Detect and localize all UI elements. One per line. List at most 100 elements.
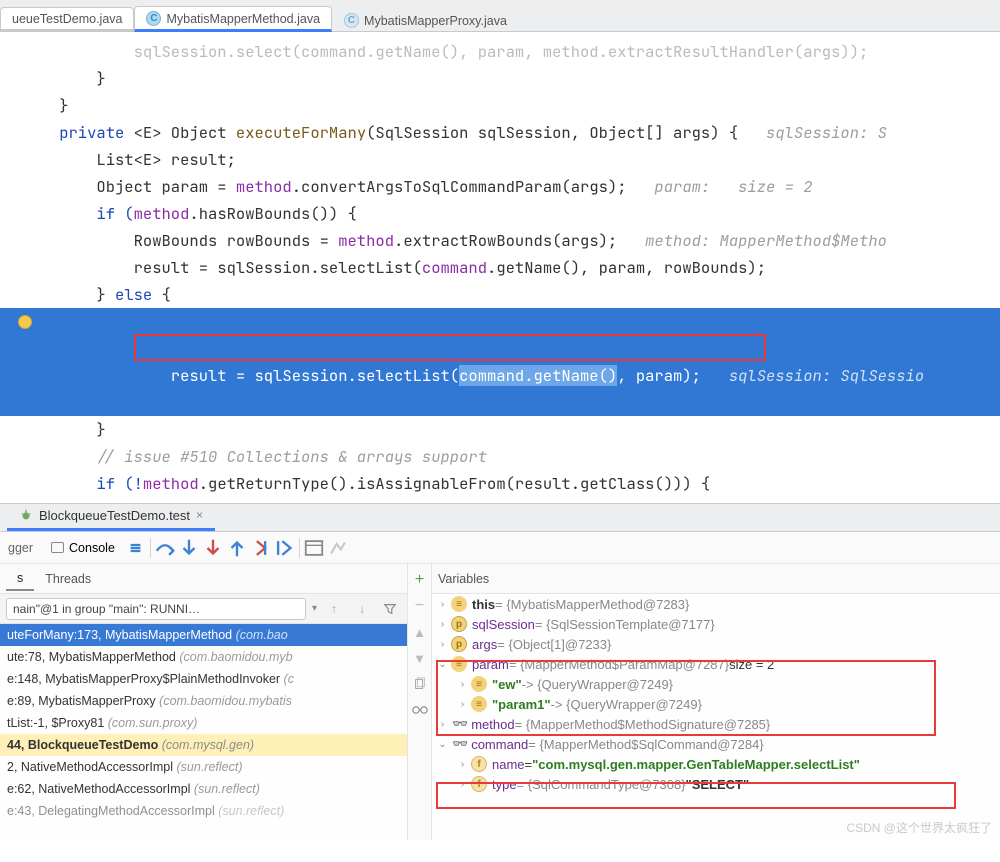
- code-text: executeForMany: [236, 122, 366, 143]
- evaluate-expression-icon[interactable]: [303, 537, 325, 559]
- code-text: .hasRowBounds()) {: [189, 203, 356, 224]
- stack-frame[interactable]: tList:-1, $Proxy81 (com.sun.proxy): [0, 712, 407, 734]
- stack-frame[interactable]: 44, BlockqueueTestDemo (com.mysql.gen): [0, 734, 407, 756]
- code-text: result = sqlSession.selectList(: [59, 365, 459, 386]
- copy-icon[interactable]: [409, 673, 431, 695]
- stack-frame[interactable]: uteForMany:173, MybatisMapperMethod (com…: [0, 624, 407, 646]
- code-selection: command.getName(): [459, 365, 617, 386]
- debug-tab-label: BlockqueueTestDemo.test: [39, 508, 190, 523]
- code-text: }: [22, 419, 106, 440]
- new-watch-icon[interactable]: +: [409, 569, 431, 591]
- vars-side-toolbar: + − ▲ ▼: [408, 564, 432, 840]
- trace-icon[interactable]: [327, 537, 349, 559]
- code-text: (SqlSession sqlSession, Object[] args) {: [366, 122, 766, 143]
- java-class-icon: C: [146, 11, 161, 26]
- inline-hint: method: MapperMethod$Metho: [645, 230, 887, 251]
- inline-hint: sqlSession: S: [766, 122, 887, 143]
- thread-selector[interactable]: nain"@1 in group "main": RUNNI…: [6, 598, 306, 620]
- stack-frame[interactable]: e:148, MybatisMapperProxy$PlainMethodInv…: [0, 668, 407, 690]
- field-icon: f: [471, 776, 487, 792]
- stack-frame[interactable]: e:43, DelegatingMethodAccessorImpl (sun.…: [0, 800, 407, 822]
- object-icon: ≡: [451, 656, 467, 672]
- step-out-icon[interactable]: [226, 537, 248, 559]
- frames-list[interactable]: uteForMany:173, MybatisMapperMethod (com…: [0, 624, 407, 840]
- threads-view-icon[interactable]: [125, 537, 147, 559]
- debug-lower: s Threads nain"@1 in group "main": RUNNI…: [0, 564, 1000, 840]
- glasses-icon: 👓: [452, 716, 468, 732]
- chevron-down-icon[interactable]: ▾: [312, 603, 317, 614]
- code-text: sqlSession.select(command.getName(), par…: [22, 41, 868, 62]
- filter-frames-icon[interactable]: [379, 598, 401, 620]
- var-row[interactable]: ›psqlSession = {SqlSessionTemplate@7177}: [432, 614, 1000, 634]
- force-step-into-icon[interactable]: [202, 537, 224, 559]
- var-row[interactable]: ⌄👓command = {MapperMethod$SqlCommand@728…: [432, 734, 1000, 754]
- var-row[interactable]: ›≡"param1" -> {QueryWrapper@7249}: [432, 694, 1000, 714]
- code-text: if (: [22, 203, 134, 224]
- step-over-icon[interactable]: [154, 537, 176, 559]
- variables-column: Variables ›≡this = {MybatisMapperMethod@…: [432, 564, 1000, 840]
- next-frame-icon[interactable]: ↓: [351, 598, 373, 620]
- variables-header: Variables: [432, 564, 1000, 594]
- code-editor[interactable]: sqlSession.select(command.getName(), par…: [0, 32, 1000, 503]
- var-row[interactable]: ›≡this = {MybatisMapperMethod@7283}: [432, 594, 1000, 614]
- entry-icon: ≡: [471, 696, 487, 712]
- console-tab[interactable]: Console: [43, 538, 123, 558]
- code-text: }: [22, 95, 69, 116]
- var-row[interactable]: ›≡"ew" -> {QueryWrapper@7249}: [432, 674, 1000, 694]
- var-row[interactable]: ⌄≡param = {MapperMethod$ParamMap@7287} s…: [432, 654, 1000, 674]
- var-row[interactable]: ›pargs = {Object[1]@7233}: [432, 634, 1000, 654]
- inline-hint: param: size = 2: [654, 176, 812, 197]
- code-text: <E> Object: [134, 122, 236, 143]
- file-tab-mappermethod[interactable]: C MybatisMapperMethod.java: [134, 6, 332, 32]
- debug-panel: BlockqueueTestDemo.test × gger Console s…: [0, 503, 1000, 840]
- code-text: , param);: [617, 365, 701, 386]
- prev-frame-icon[interactable]: ↑: [323, 598, 345, 620]
- code-text: }: [22, 284, 115, 305]
- close-icon[interactable]: ×: [196, 508, 203, 522]
- remove-watch-icon[interactable]: −: [409, 595, 431, 617]
- code-text: private: [22, 122, 134, 143]
- var-row[interactable]: ›👓method = {MapperMethod$MethodSignature…: [432, 714, 1000, 734]
- code-text: .getName(), param, rowBounds);: [487, 257, 766, 278]
- file-tab-testdemo[interactable]: ueueTestDemo.java: [0, 7, 134, 32]
- stack-frame[interactable]: e:89, MybatisMapperProxy (com.baomidou.m…: [0, 690, 407, 712]
- file-tab-mapperproxy[interactable]: C MybatisMapperProxy.java: [332, 8, 519, 31]
- var-row[interactable]: ›ftype = {SqlCommandType@7308} "SELECT": [432, 774, 1000, 794]
- breakpoint-line[interactable]: result = sqlSession.selectList(command.g…: [0, 308, 1000, 416]
- code-text: else: [115, 284, 152, 305]
- code-text: .extractRowBounds(args);: [394, 230, 645, 251]
- file-tab-label: MybatisMapperMethod.java: [166, 12, 320, 26]
- field-icon: f: [471, 756, 487, 772]
- stack-frame[interactable]: ute:78, MybatisMapperMethod (com.baomido…: [0, 646, 407, 668]
- param-icon: p: [451, 616, 467, 632]
- code-text: if (: [22, 500, 171, 503]
- down-icon[interactable]: ▼: [409, 647, 431, 669]
- code-text: .getReturnType().isArray()) {: [227, 500, 497, 503]
- stack-frame[interactable]: e:62, NativeMethodAccessorImpl (sun.refl…: [0, 778, 407, 800]
- glasses-icon[interactable]: [409, 699, 431, 721]
- thread-selector-row: nain"@1 in group "main": RUNNI… ▾ ↑ ↓: [0, 594, 407, 624]
- code-text: method: [236, 176, 292, 197]
- intention-bulb-icon[interactable]: [18, 315, 32, 329]
- drop-frame-icon[interactable]: [250, 537, 272, 559]
- code-text: result = sqlSession.selectList(: [22, 257, 422, 278]
- code-text: command: [422, 257, 487, 278]
- code-text: method: [143, 473, 199, 494]
- java-class-icon: C: [344, 13, 359, 28]
- debug-toolbar: gger Console: [0, 532, 1000, 564]
- run-to-cursor-icon[interactable]: [274, 537, 296, 559]
- stack-frame[interactable]: 2, NativeMethodAccessorImpl (sun.reflect…: [0, 756, 407, 778]
- debug-tab-runconfig[interactable]: BlockqueueTestDemo.test ×: [7, 505, 215, 531]
- debugger-tab[interactable]: gger: [0, 538, 41, 558]
- frames-tab[interactable]: s: [6, 567, 34, 591]
- code-text: if (!: [22, 473, 143, 494]
- variables-tree[interactable]: ›≡this = {MybatisMapperMethod@7283} ›psq…: [432, 594, 1000, 840]
- code-text: List<E> result;: [22, 149, 236, 170]
- var-row[interactable]: ›fname = "com.mysql.gen.mapper.GenTableM…: [432, 754, 1000, 774]
- threads-tab[interactable]: Threads: [34, 568, 102, 590]
- step-into-icon[interactable]: [178, 537, 200, 559]
- up-icon[interactable]: ▲: [409, 621, 431, 643]
- variables-tab-label: Variables: [438, 572, 489, 586]
- file-tab-label: MybatisMapperProxy.java: [364, 14, 507, 28]
- code-text: RowBounds rowBounds =: [22, 230, 338, 251]
